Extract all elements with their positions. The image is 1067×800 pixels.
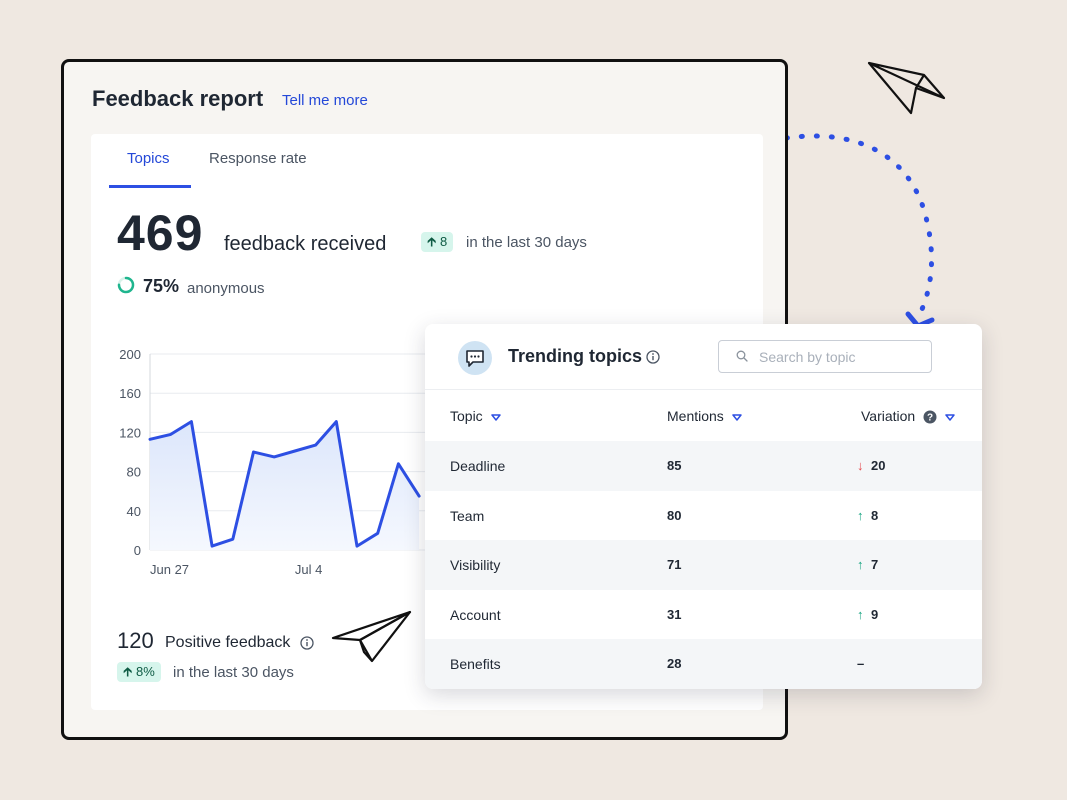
topic-cell: Benefits — [450, 656, 501, 673]
mentions-cell: 28 — [667, 656, 682, 672]
y-tick-label: 80 — [127, 465, 141, 480]
positive-delta-value: 8% — [135, 664, 155, 679]
feedback-total-label: feedback received — [224, 233, 387, 255]
variation-value: – — [857, 656, 865, 672]
arrow-up-icon: ↑ — [857, 507, 864, 523]
delta-value: 8 — [439, 234, 448, 249]
positive-delta-badge: 🡱 8% — [117, 662, 161, 682]
variation-cell: ↑ 7 — [857, 557, 878, 572]
arrow-up-icon: ↑ — [857, 606, 864, 622]
trending-title: Trending topics — [508, 346, 643, 366]
table-row[interactable]: Visibility 71 ↑ 7 — [425, 540, 982, 590]
search-input[interactable] — [718, 340, 932, 373]
tab-response-rate[interactable]: Response rate — [209, 150, 307, 167]
column-label-topic: Topic — [450, 408, 483, 424]
arrow-up-icon: ↑ — [857, 557, 864, 573]
column-header-topic[interactable]: Topic — [450, 408, 501, 424]
table-row[interactable]: Benefits 28 – — [425, 639, 982, 689]
y-tick-label: 160 — [119, 386, 141, 401]
paper-plane-icon — [331, 610, 412, 663]
arrow-down-icon: ↓ — [857, 458, 864, 473]
variation-cell: – — [857, 656, 864, 671]
table-row[interactable]: Deadline 85 ↓ 20 — [425, 441, 982, 491]
variation-value: 8 — [871, 507, 879, 523]
delta-note: in the last 30 days — [466, 234, 587, 251]
column-label-mentions: Mentions — [667, 408, 724, 424]
anonymous-percent: 75% — [143, 276, 180, 296]
sort-icon — [945, 414, 955, 421]
mentions-cell: 85 — [667, 458, 682, 473]
search-icon — [736, 350, 748, 362]
variation-value: 20 — [871, 458, 886, 473]
delta-badge: 🡱 8 — [421, 232, 454, 252]
topic-cell: Visibility — [450, 557, 501, 574]
y-tick-label: 40 — [127, 504, 141, 519]
topic-cell: Account — [450, 606, 501, 623]
chat-bubble-icon — [458, 341, 492, 375]
positive-count: 120 — [117, 628, 154, 653]
variation-value: 7 — [871, 557, 879, 573]
mentions-cell: 71 — [667, 557, 682, 573]
paper-plane-icon — [867, 61, 946, 115]
variation-value: 9 — [871, 606, 879, 622]
positive-label: Positive feedback — [165, 634, 291, 651]
topics-table: Deadline 85 ↓ 20 Team 80 ↑ 8 Visibility 71… — [425, 441, 982, 689]
column-header-variation[interactable]: Variation? — [861, 408, 955, 424]
y-tick-label: 120 — [119, 425, 141, 440]
help-icon[interactable]: ? — [923, 410, 937, 424]
anonymous-progress-ring — [117, 276, 135, 294]
variation-cell: ↑ 8 — [857, 508, 878, 523]
x-tick-label: Jul 4 — [295, 562, 322, 577]
table-row[interactable]: Account 31 ↑ 9 — [425, 590, 982, 640]
svg-text:?: ? — [927, 413, 933, 424]
x-tick-label: Jun 27 — [150, 562, 189, 577]
header-divider — [425, 389, 982, 390]
variation-cell: ↓ 20 — [857, 458, 885, 473]
info-icon[interactable] — [646, 350, 660, 364]
y-tick-label: 0 — [134, 543, 141, 558]
info-icon[interactable] — [300, 636, 314, 650]
sort-icon — [732, 414, 742, 421]
variation-cell: ↑ 9 — [857, 607, 878, 622]
trending-topics-panel: Trending topics Topic Mentions Variation… — [425, 324, 982, 689]
anonymous-label: anonymous — [187, 280, 265, 297]
arrow-up-icon: 🡱 — [427, 234, 437, 249]
mentions-cell: 31 — [667, 606, 682, 622]
y-tick-label: 200 — [119, 347, 141, 362]
column-header-mentions[interactable]: Mentions — [667, 408, 742, 424]
active-tab-indicator — [109, 185, 191, 188]
feedback-total: 469 — [117, 205, 204, 261]
topic-cell: Team — [450, 507, 485, 524]
table-row[interactable]: Team 80 ↑ 8 — [425, 491, 982, 541]
positive-note: in the last 30 days — [173, 664, 294, 681]
sort-icon — [490, 414, 501, 421]
topic-cell: Deadline — [450, 458, 506, 474]
arrow-up-icon: 🡱 — [123, 664, 133, 679]
tell-me-more-link[interactable]: Tell me more — [282, 92, 368, 109]
mentions-cell: 80 — [667, 507, 682, 523]
tab-topics[interactable]: Topics — [127, 150, 170, 167]
page-title: Feedback report — [92, 86, 264, 111]
column-label-variation: Variation — [861, 408, 916, 424]
